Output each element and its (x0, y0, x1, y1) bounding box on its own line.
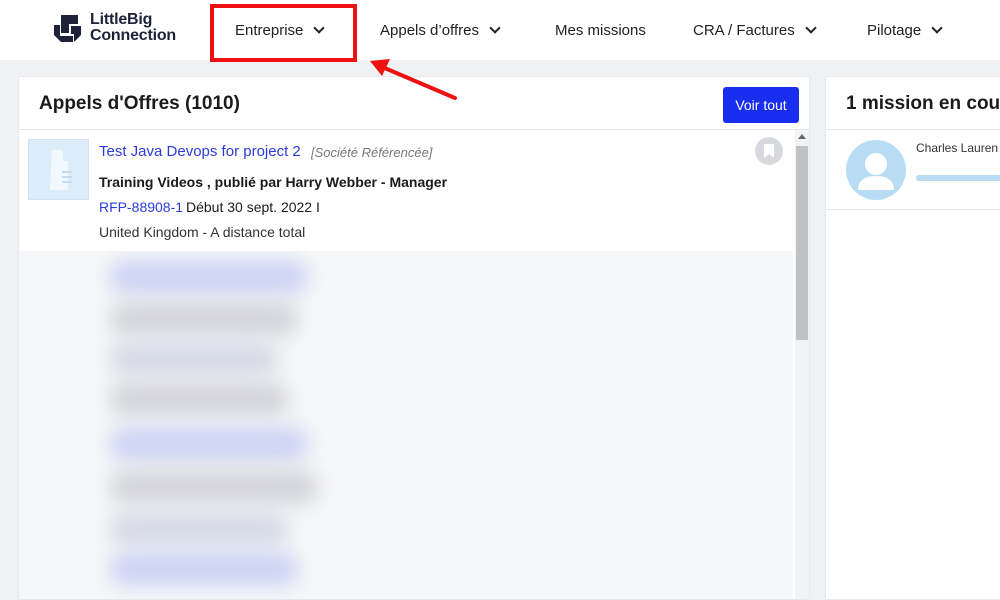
chevron-down-icon (931, 21, 943, 34)
view-all-button[interactable]: Voir tout (723, 87, 799, 123)
nav-item-pilotage[interactable]: Pilotage (867, 0, 943, 60)
highlight-box (210, 4, 357, 62)
blurred-content (109, 259, 309, 295)
blurred-content (109, 341, 279, 377)
divider (826, 129, 1000, 130)
nav-item-mes-missions[interactable]: Mes missions (555, 0, 646, 60)
brand-name: LittleBig Connection (90, 12, 176, 44)
blurred-offer-list (19, 251, 793, 599)
offers-panel: Appels d'Offres (1010) Voir tout Test Ja… (18, 76, 810, 600)
offer-thumbnail (28, 139, 89, 200)
logo-icon (52, 13, 83, 44)
nav-item-label: CRA / Factures (693, 21, 795, 39)
chevron-down-icon (489, 21, 501, 34)
missions-panel-title: 1 mission en cou (846, 93, 1000, 114)
bookmark-icon (764, 144, 774, 158)
blurred-content (109, 381, 289, 417)
red-arrow-icon (370, 59, 457, 100)
user-avatar-icon[interactable] (846, 140, 906, 200)
offer-start-date: Début 30 sept. 2022 I (186, 199, 320, 215)
blurred-content (109, 469, 319, 505)
missions-panel: 1 mission en cou Charles Lauren (825, 76, 1000, 600)
divider (826, 209, 1000, 210)
offer-reference-link[interactable]: RFP-88908-1 (99, 199, 183, 215)
blurred-content (109, 426, 309, 462)
bookmark-button[interactable] (755, 137, 783, 165)
offers-panel-title: Appels d'Offres (1010) (39, 93, 240, 114)
brand-name-line1: LittleBig (90, 11, 153, 28)
nav-item-appels-offres[interactable]: Appels d’offres (380, 0, 501, 60)
nav-item-label: Pilotage (867, 21, 922, 39)
top-navigation: LittleBig Connection Entreprise Appels d… (0, 0, 1000, 60)
blurred-content (109, 511, 289, 547)
scroll-up-arrow-icon[interactable] (798, 134, 806, 139)
offer-title-link[interactable]: Test Java Devops for project 2 (99, 143, 301, 160)
nav-item-cra-factures[interactable]: CRA / Factures (693, 0, 817, 60)
mission-progress-bar (916, 175, 1000, 181)
blurred-content (109, 301, 299, 337)
offer-tag: [Société Référencée] (311, 145, 433, 160)
offer-location: United Kingdom - A distance total (99, 224, 306, 240)
brand-logo[interactable]: LittleBig Connection (52, 12, 176, 44)
nav-item-label: Mes missions (555, 21, 646, 39)
offer-list-item[interactable]: Test Java Devops for project 2 [Société … (19, 130, 793, 251)
brand-name-line2: Connection (90, 27, 176, 44)
blurred-content (109, 551, 299, 587)
nav-item-label: Appels d’offres (380, 21, 479, 39)
scrollbar-thumb[interactable] (796, 146, 808, 340)
offers-scrollbar[interactable] (795, 130, 809, 599)
chevron-down-icon (805, 21, 817, 34)
mission-consultant-name[interactable]: Charles Lauren (916, 141, 998, 155)
offer-subtitle: Training Videos , publié par Harry Webbe… (99, 174, 448, 190)
